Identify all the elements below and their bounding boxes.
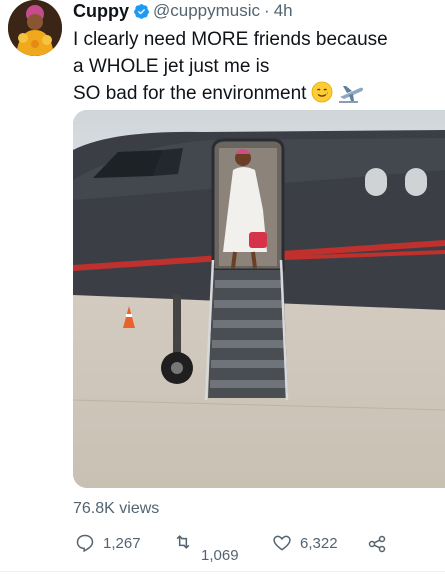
reply-icon [76,534,94,553]
like-count: 6,322 [300,534,338,552]
retweet-count: 1,069 [201,547,239,564]
share-button[interactable] [367,534,387,554]
tweet-text-line: a WHOLE jet just me is [73,56,270,77]
reply-button[interactable]: 1,267 [75,533,141,553]
airplane-departure-icon [338,81,364,111]
divider [0,571,445,572]
tweet-text: I clearly need MORE friends because a WH… [73,26,433,111]
tweet-header: Cuppy @cuppymusic · 4h [73,0,293,22]
smiling-face-with-tear-icon [311,81,333,111]
retweet-button[interactable] [172,532,194,552]
jet-photo [73,110,445,488]
reply-count: 1,267 [103,534,141,552]
tweet-time[interactable]: 4h [274,1,293,21]
verified-badge-icon [134,3,149,19]
like-button[interactable]: 6,322 [272,533,338,553]
share-icon [368,535,386,553]
retweet-icon [176,535,190,549]
view-count: 76.8K views [73,500,160,517]
tweet-text-line: SO bad for the environment [73,83,307,104]
author-name[interactable]: Cuppy [73,1,129,22]
tweet-media[interactable] [73,110,445,488]
separator-dot: · [264,1,270,20]
tweet-text-line: I clearly need MORE friends because [73,29,388,50]
tweet-text-line-last: SO bad for the environment [73,80,433,111]
heart-icon [273,535,291,551]
author-handle[interactable]: @cuppymusic [153,1,260,21]
avatar[interactable] [8,0,62,56]
avatar-image [8,0,62,56]
